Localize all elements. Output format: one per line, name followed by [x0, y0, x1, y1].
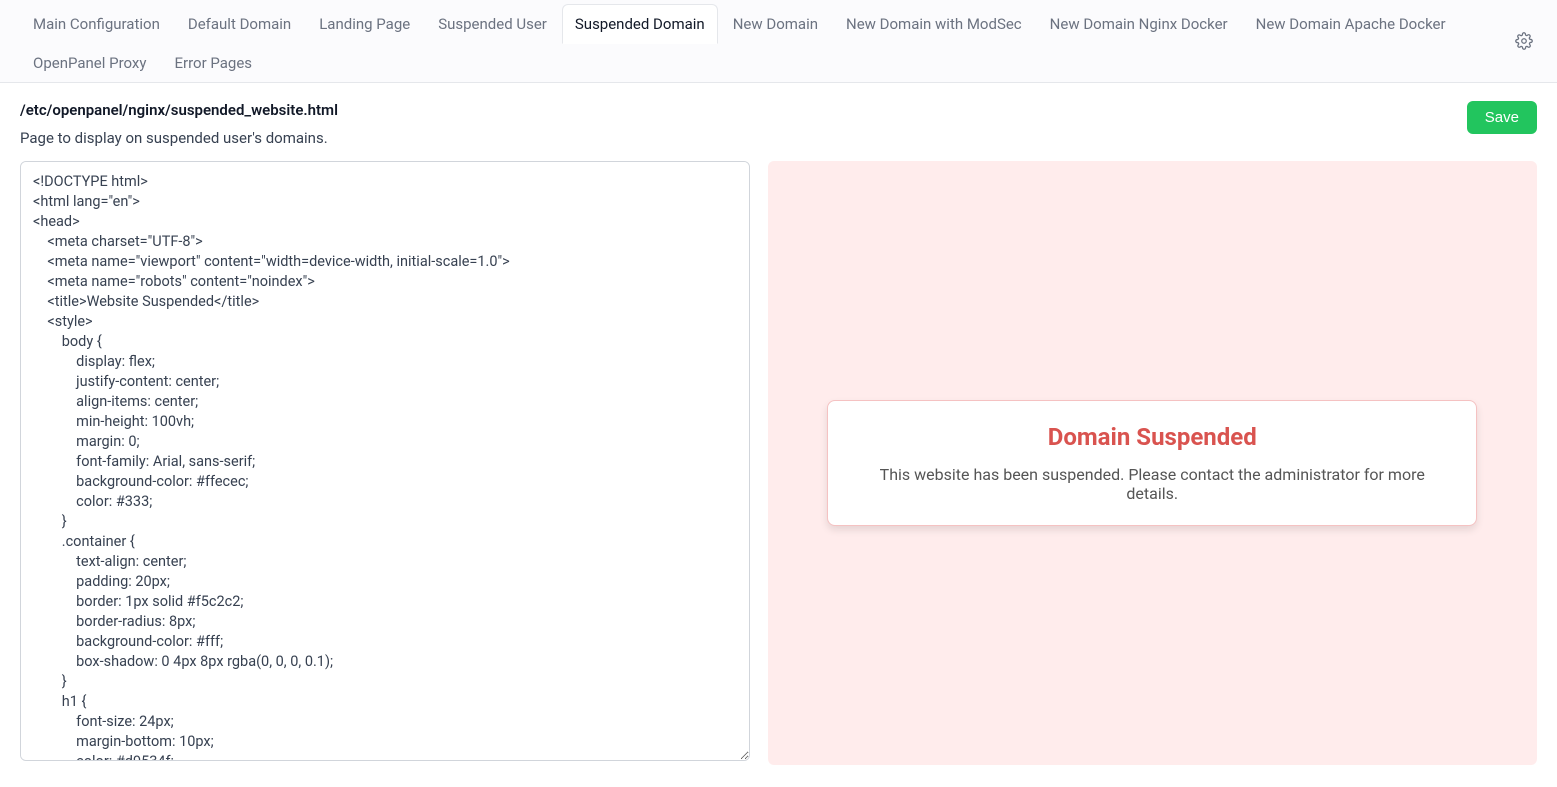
gear-icon	[1515, 32, 1533, 50]
tab-openpanel-proxy[interactable]: OpenPanel Proxy	[20, 43, 159, 83]
tab-new-domain-with-modsec[interactable]: New Domain with ModSec	[833, 4, 1035, 44]
tabs-bar: Main ConfigurationDefault DomainLanding …	[0, 0, 1557, 83]
preview-panel: Domain Suspended This website has been s…	[768, 161, 1538, 765]
preview-heading: Domain Suspended	[858, 423, 1446, 451]
tab-new-domain[interactable]: New Domain	[720, 4, 831, 44]
panels: Domain Suspended This website has been s…	[20, 161, 1537, 765]
tab-suspended-user[interactable]: Suspended User	[425, 4, 560, 44]
settings-button[interactable]	[1515, 32, 1533, 50]
tab-new-domain-nginx-docker[interactable]: New Domain Nginx Docker	[1037, 4, 1241, 44]
page-description: Page to display on suspended user's doma…	[20, 129, 1537, 147]
code-editor[interactable]	[20, 161, 750, 761]
file-path: /etc/openpanel/nginx/suspended_website.h…	[20, 101, 1537, 119]
tab-main-configuration[interactable]: Main Configuration	[20, 4, 173, 44]
preview-message: This website has been suspended. Please …	[858, 465, 1446, 503]
tab-landing-page[interactable]: Landing Page	[306, 4, 423, 44]
tab-error-pages[interactable]: Error Pages	[161, 43, 265, 83]
content-area: Save /etc/openpanel/nginx/suspended_webs…	[0, 83, 1557, 783]
save-button[interactable]: Save	[1467, 101, 1537, 134]
editor-panel	[20, 161, 750, 765]
tab-suspended-domain[interactable]: Suspended Domain	[562, 4, 718, 44]
tab-new-domain-apache-docker[interactable]: New Domain Apache Docker	[1243, 4, 1459, 44]
preview-container: Domain Suspended This website has been s…	[827, 400, 1477, 526]
tab-default-domain[interactable]: Default Domain	[175, 4, 304, 44]
